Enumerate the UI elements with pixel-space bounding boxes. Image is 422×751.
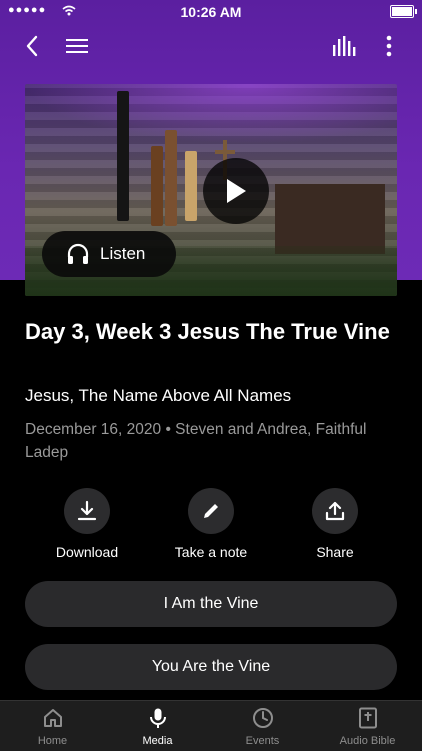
status-time: 10:26 AM bbox=[180, 4, 242, 20]
link-i-am-the-vine[interactable]: I Am the Vine bbox=[25, 581, 397, 627]
download-icon bbox=[77, 500, 97, 521]
audio-levels-button[interactable] bbox=[330, 30, 360, 62]
tab-events-label: Events bbox=[245, 735, 280, 747]
share-label: Share bbox=[316, 544, 354, 560]
more-vertical-icon bbox=[386, 35, 392, 57]
hamburger-icon bbox=[66, 39, 88, 53]
back-button[interactable] bbox=[18, 30, 46, 62]
tab-bar: Home Media Events Audio Bible bbox=[0, 700, 422, 751]
sermon-meta: December 16, 2020 • Steven and Andrea, F… bbox=[25, 421, 367, 461]
tab-home[interactable]: Home bbox=[0, 707, 105, 747]
share-button[interactable]: Share bbox=[275, 488, 395, 560]
download-button[interactable]: Download bbox=[27, 488, 147, 560]
bible-icon bbox=[358, 707, 377, 729]
video-player[interactable]: Listen bbox=[25, 84, 397, 296]
download-label: Download bbox=[55, 544, 119, 560]
equalizer-icon bbox=[333, 36, 356, 56]
microphone-icon bbox=[149, 708, 166, 728]
top-nav bbox=[0, 28, 422, 64]
play-button[interactable] bbox=[203, 158, 269, 224]
headphones-icon bbox=[67, 243, 89, 264]
chevron-left-icon bbox=[26, 35, 38, 57]
pencil-icon bbox=[204, 504, 218, 518]
listen-label: Listen bbox=[100, 244, 146, 263]
sermon-series[interactable]: Jesus, The Name Above All Names bbox=[25, 386, 291, 406]
tab-home-label: Home bbox=[37, 735, 68, 747]
clock-icon bbox=[252, 708, 273, 728]
more-button[interactable] bbox=[375, 30, 403, 62]
link-you-are-the-vine[interactable]: You Are the Vine bbox=[25, 644, 397, 690]
sermon-title: Day 3, Week 3 Jesus The True Vine bbox=[25, 319, 390, 344]
tab-audio-bible[interactable]: Audio Bible bbox=[315, 707, 420, 747]
tab-media-label: Media bbox=[142, 735, 173, 747]
share-icon bbox=[325, 501, 345, 521]
tab-media[interactable]: Media bbox=[105, 707, 210, 747]
tab-audio-bible-label: Audio Bible bbox=[339, 735, 396, 747]
tab-events[interactable]: Events bbox=[210, 707, 315, 747]
home-icon bbox=[43, 709, 62, 727]
take-note-button[interactable]: Take a note bbox=[151, 488, 271, 560]
battery-icon bbox=[390, 5, 417, 18]
status-bar: ●●●●● 10:26 AM bbox=[0, 0, 422, 24]
take-note-label: Take a note bbox=[174, 544, 248, 560]
menu-button[interactable] bbox=[62, 30, 92, 62]
listen-button[interactable]: Listen bbox=[42, 231, 176, 277]
play-icon bbox=[227, 179, 246, 203]
